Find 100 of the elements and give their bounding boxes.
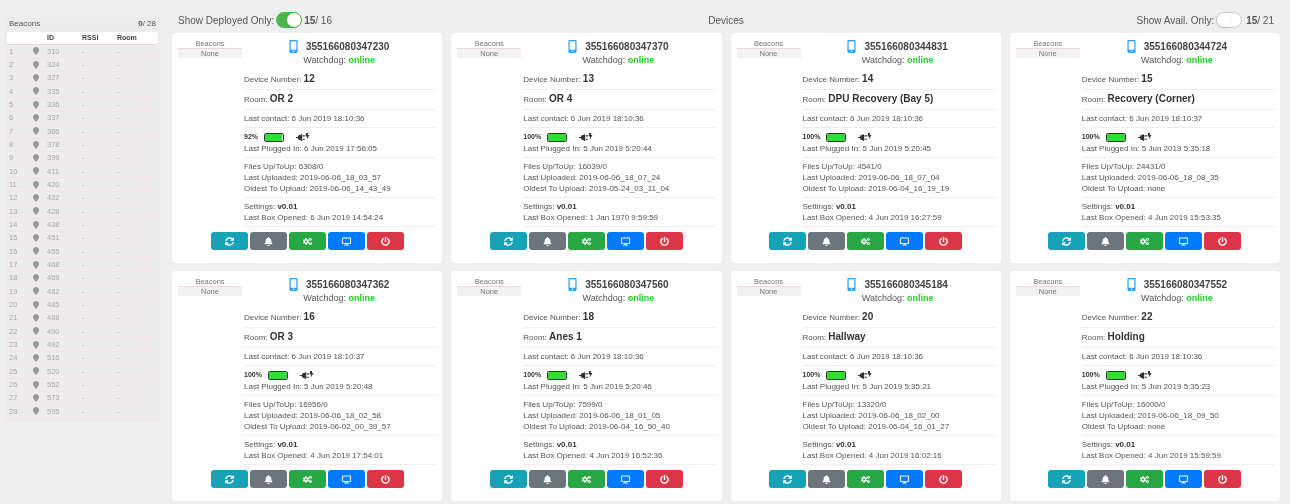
power-button[interactable] <box>1204 470 1242 488</box>
alarm-button[interactable] <box>528 470 566 488</box>
settings-button[interactable] <box>567 470 605 488</box>
device-field: Oldest To Upload: 2019-06-02_00_39_57 <box>244 421 437 432</box>
screen-button[interactable] <box>1165 470 1203 488</box>
device-field: Room: OR 3 <box>244 331 437 344</box>
device-imei: 355166080347370 <box>585 40 669 54</box>
bell-icon <box>542 236 552 246</box>
power-icon <box>659 474 669 484</box>
screen-button[interactable] <box>886 470 924 488</box>
device-imei: 355166080344724 <box>1143 40 1228 54</box>
alarm-button[interactable] <box>249 470 287 488</box>
power-button[interactable] <box>925 470 963 488</box>
screen-button[interactable] <box>327 232 365 250</box>
monitor-icon <box>1179 236 1189 246</box>
settings-button[interactable] <box>1126 470 1164 488</box>
plug-icon <box>579 370 594 380</box>
device-field: Room: OR 2 <box>244 93 437 106</box>
panel-title: Beacons <box>9 18 41 30</box>
power-button[interactable] <box>645 232 683 250</box>
toggle-switch[interactable] <box>276 12 303 28</box>
phone-icon <box>847 278 857 291</box>
beacon-marker-icon <box>33 354 39 363</box>
refresh-button[interactable] <box>210 470 248 488</box>
device-field: Files Up/ToUp: 13320/0 <box>802 399 995 410</box>
monitor-icon <box>341 474 351 484</box>
settings-button[interactable] <box>847 470 885 488</box>
beacon-marker-icon <box>33 193 39 202</box>
refresh-button[interactable] <box>769 470 807 488</box>
device-field: Last contact: 6 Jun 2019 18:10:36 <box>523 113 716 124</box>
refresh-button[interactable] <box>769 232 807 250</box>
alarm-button[interactable] <box>808 232 846 250</box>
power-icon <box>1218 236 1228 246</box>
beacon-marker-icon <box>33 140 39 149</box>
settings-button[interactable] <box>567 232 605 250</box>
screen-button[interactable] <box>886 232 924 250</box>
alarm-button[interactable] <box>528 232 566 250</box>
refresh-button[interactable] <box>1048 470 1086 488</box>
power-button[interactable] <box>1204 232 1242 250</box>
device-field: Room: Hallway <box>802 331 995 344</box>
beacon-marker-icon <box>33 87 39 96</box>
device-field: Settings: v0.01 <box>1081 439 1274 450</box>
device-field: Last Uploaded: 2019-06-06_18_02_58 <box>244 410 437 421</box>
device-field: Files Up/ToUp: 4541/0 <box>802 161 995 172</box>
device-field: Last Uploaded: 2019-06-06_18_08_35 <box>1081 172 1274 183</box>
device-field: Settings: v0.01 <box>802 201 995 212</box>
device-field: Device Number: 12 <box>244 73 437 86</box>
alarm-button[interactable] <box>808 470 846 488</box>
battery-icon <box>826 132 847 142</box>
toggle-switch[interactable] <box>1216 12 1243 28</box>
device-field: Last Box Opened: 4 Jun 2019 15:53:35 <box>1081 212 1274 223</box>
refresh-icon <box>503 474 513 484</box>
plug-icon <box>579 132 594 142</box>
settings-button[interactable] <box>1126 232 1164 250</box>
refresh-button[interactable] <box>489 470 527 488</box>
refresh-button[interactable] <box>210 232 248 250</box>
power-button[interactable] <box>366 232 404 250</box>
power-button[interactable] <box>925 232 963 250</box>
alarm-button[interactable] <box>1087 470 1125 488</box>
refresh-button[interactable] <box>1048 232 1086 250</box>
device-field: Oldest To Upload: none <box>1081 421 1274 432</box>
beacon-marker-icon <box>33 394 39 403</box>
device-field: Oldest To Upload: none <box>1081 183 1274 194</box>
alarm-button[interactable] <box>1087 232 1125 250</box>
plug-icon <box>1137 370 1152 380</box>
beacon-marker-icon <box>33 287 39 296</box>
beacon-marker-icon <box>33 314 39 323</box>
bell-icon <box>542 474 552 484</box>
beacon-marker-icon <box>33 300 39 309</box>
watchdog-status: Watchdog: online <box>1141 292 1213 305</box>
refresh-button[interactable] <box>489 232 527 250</box>
beacon-marker-icon <box>33 47 39 56</box>
plug-icon <box>1137 132 1152 142</box>
device-field: Device Number: 16 <box>244 311 437 324</box>
screen-button[interactable] <box>327 470 365 488</box>
beacon-marker-icon <box>33 327 39 336</box>
phone-icon <box>847 40 857 53</box>
power-button[interactable] <box>366 470 404 488</box>
settings-button[interactable] <box>288 470 326 488</box>
power-button[interactable] <box>645 470 683 488</box>
power-icon <box>659 236 669 246</box>
beacon-marker-icon <box>33 127 39 136</box>
power-icon <box>380 474 390 484</box>
device-field: Oldest To Upload: 2019-06-04_16_01_27 <box>802 421 995 432</box>
screen-button[interactable] <box>606 232 644 250</box>
screen-button[interactable] <box>606 470 644 488</box>
settings-button[interactable] <box>288 232 326 250</box>
screen-button[interactable] <box>1165 232 1203 250</box>
watchdog-status: Watchdog: online <box>303 292 375 305</box>
device-field: Last Box Opened: 4 Jun 2019 15:59:59 <box>1081 450 1274 461</box>
device-field: Last Plugged In: 5 Jun 2019 5:35:23 <box>1081 381 1274 392</box>
phone-icon <box>568 278 578 291</box>
device-field: Last Plugged In: 5 Jun 2019 5:20:44 <box>523 143 716 154</box>
deployed-count: 15/ 16 <box>304 13 332 28</box>
device-field: Last Plugged In: 5 Jun 2019 5:35:18 <box>1081 143 1274 154</box>
beacon-marker-icon <box>33 220 39 229</box>
settings-button[interactable] <box>847 232 885 250</box>
alarm-button[interactable] <box>249 232 287 250</box>
device-field: Files Up/ToUp: 7599/0 <box>523 399 716 410</box>
power-icon <box>939 236 949 246</box>
